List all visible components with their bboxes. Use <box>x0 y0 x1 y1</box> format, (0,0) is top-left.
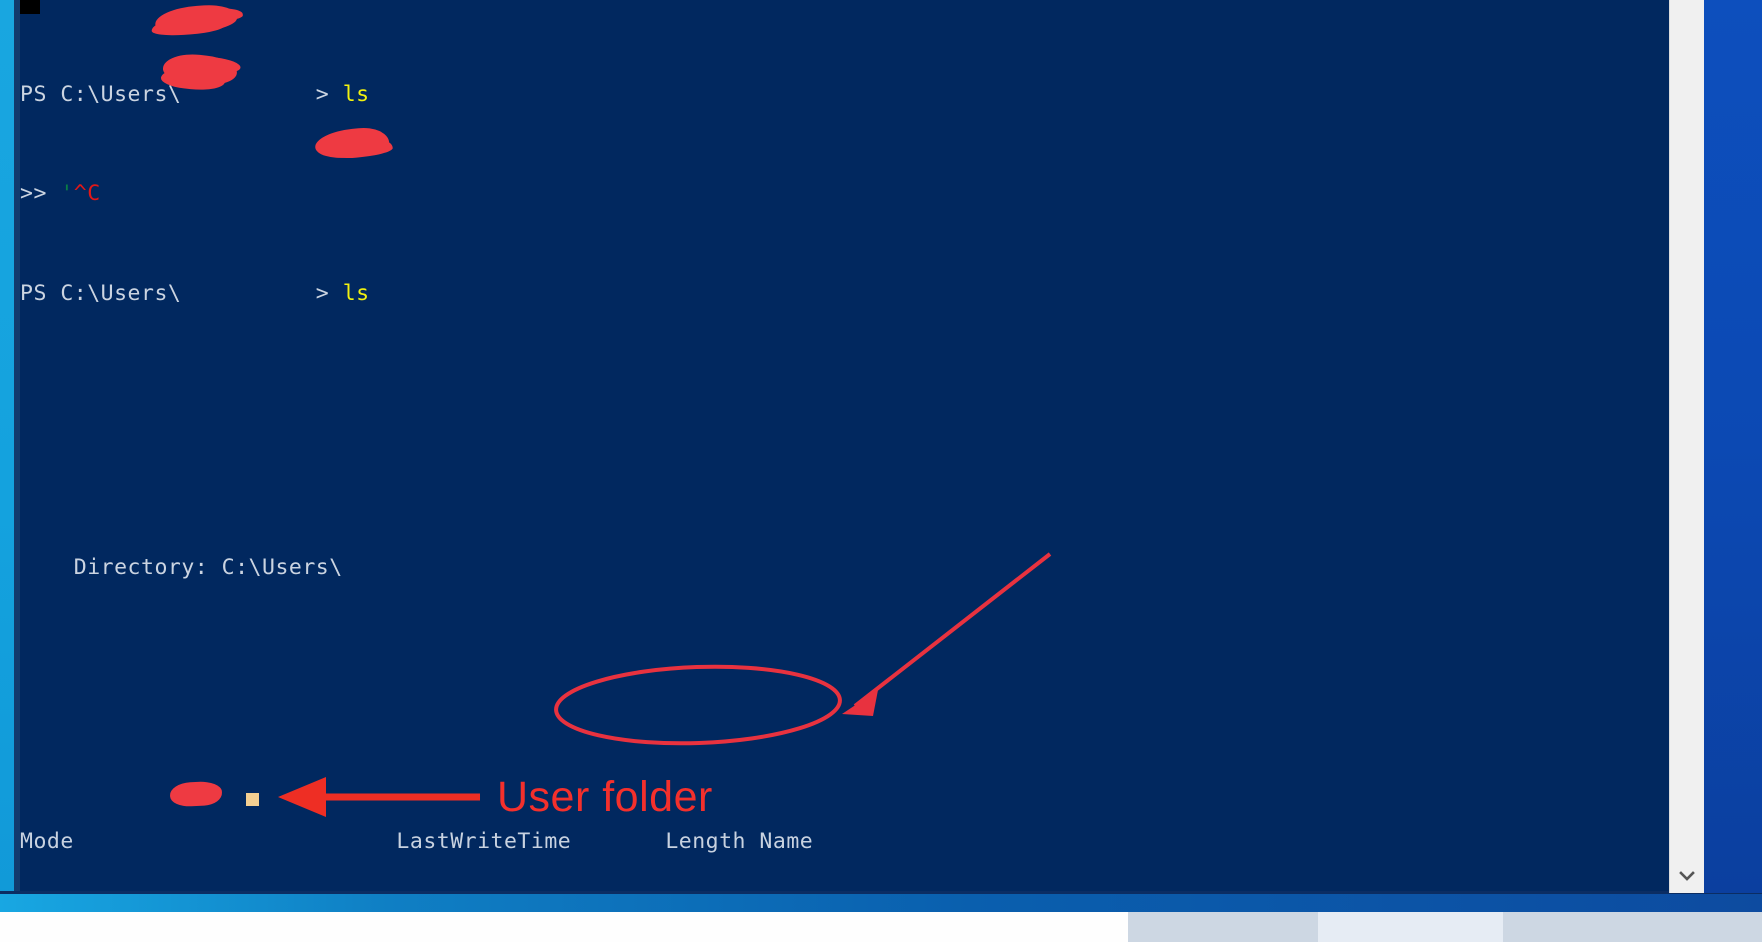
continuation-line: >> '^C <box>20 181 1660 207</box>
directory-header-line: Directory: C:\Users\ <box>20 554 1660 581</box>
strip-segment-gray-2 <box>1318 912 1503 942</box>
prompt-path-1: PS C:\Users\ <box>20 81 182 107</box>
desktop-bottom-strip <box>0 912 1762 942</box>
prompt-tail-2: > <box>315 280 343 306</box>
powershell-window[interactable]: PS C:\Users\ > ls >> '^C PS C:\Users\ > … <box>0 0 1762 912</box>
continuation-prompt: >> <box>20 181 61 207</box>
directory-label: Directory: C:\Users\ <box>20 554 343 580</box>
chevron-down-icon <box>1679 870 1695 882</box>
strip-segment-white <box>0 912 1128 942</box>
table-header-text: Mode LastWriteTime Length Name <box>20 828 814 854</box>
command-ls-1: ls <box>342 81 370 107</box>
console-output-buffer[interactable]: PS C:\Users\ > ls >> '^C PS C:\Users\ > … <box>20 8 1660 912</box>
prompt-redacted-user-1 <box>181 82 315 107</box>
vertical-scrollbar[interactable] <box>1669 0 1704 893</box>
prompt-line-1: PS C:\Users\ > ls <box>20 81 1660 108</box>
strip-segment-gray-1 <box>1128 912 1318 942</box>
window-bottom-accent-edge <box>0 894 1762 912</box>
prompt-redacted-user-2 <box>181 281 315 306</box>
interrupt-marker: ^C <box>73 181 101 207</box>
desktop-right-panel <box>1704 0 1762 893</box>
command-ls-2: ls <box>342 280 370 306</box>
strip-segment-gray-3 <box>1503 912 1762 942</box>
open-quote: ' <box>60 181 74 207</box>
scroll-down-button[interactable] <box>1670 859 1704 893</box>
prompt-path-2: PS C:\Users\ <box>20 280 182 306</box>
console-cursor <box>246 793 259 806</box>
prompt-line-2: PS C:\Users\ > ls <box>20 280 1660 307</box>
prompt-tail-1: > <box>315 81 343 107</box>
screen: PS C:\Users\ > ls >> '^C PS C:\Users\ > … <box>0 0 1762 942</box>
window-left-accent-edge <box>0 0 14 912</box>
table-header-row: Mode LastWriteTime Length Name <box>20 828 1660 855</box>
